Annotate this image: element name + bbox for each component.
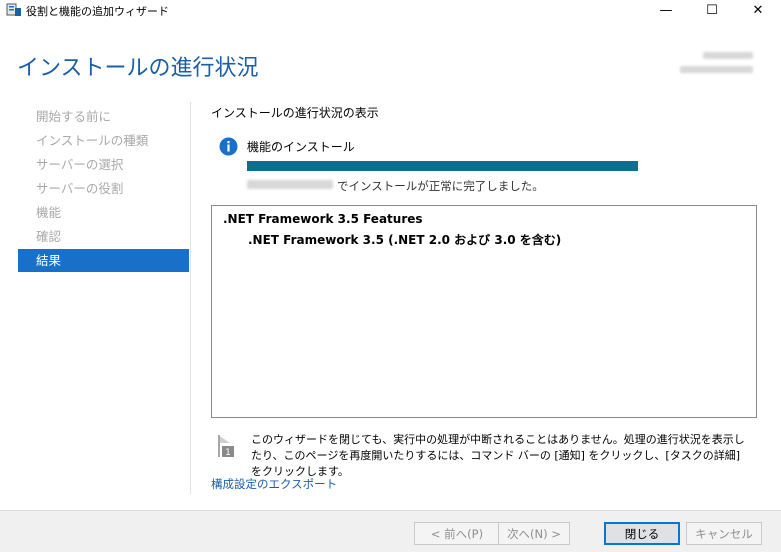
result-item: .NET Framework 3.5 Features: [223, 212, 423, 226]
install-progress-fill: [247, 161, 638, 171]
export-configuration-link[interactable]: 構成設定のエクスポート: [211, 476, 337, 492]
completion-message: でインストールが正常に完了しました。: [337, 179, 544, 193]
info-icon: [219, 137, 238, 156]
install-progress-bar: [247, 161, 638, 171]
nav-item-features: 機能: [36, 205, 62, 220]
minimize-button[interactable]: —: [644, 0, 688, 20]
close-button[interactable]: 閉じる: [604, 522, 680, 545]
cancel-button[interactable]: キャンセル: [686, 522, 762, 545]
result-subitem: .NET Framework 3.5 (.NET 2.0 および 3.0 を含む…: [248, 233, 562, 247]
status-label: 機能のインストール: [247, 140, 355, 154]
next-button[interactable]: 次へ(N) >: [498, 522, 570, 545]
note-badge: 1: [225, 448, 231, 458]
target-server-name-redacted: [703, 52, 753, 59]
page-title: インストールの進行状況: [17, 56, 259, 81]
wizard-footer: < 前へ(P) 次へ(N) > 閉じる キャンセル: [0, 510, 781, 552]
close-window-button[interactable]: ✕: [736, 0, 780, 20]
wizard-note: このウィザードを閉じても、実行中の処理が中断されることはありません。処理の進行状…: [251, 433, 745, 478]
server-manager-icon: [6, 3, 21, 16]
nav-item-server-roles: サーバーの役割: [36, 181, 124, 196]
results-list[interactable]: .NET Framework 3.5 Features .NET Framewo…: [211, 205, 757, 418]
nav-item-confirmation: 確認: [36, 229, 62, 244]
previous-button[interactable]: < 前へ(P): [414, 522, 500, 545]
nav-item-installation-type: インストールの種類: [36, 133, 149, 148]
target-server-domain-redacted: [680, 66, 753, 73]
server-name-redacted: [247, 180, 333, 189]
nav-item-before-you-begin: 開始する前に: [36, 109, 112, 124]
nav-divider: [190, 102, 191, 494]
nav-item-server-selection: サーバーの選択: [36, 157, 124, 172]
maximize-button[interactable]: ☐: [690, 0, 734, 20]
flag-notification-icon: 1: [218, 435, 234, 458]
nav-item-results[interactable]: 結果: [18, 249, 189, 272]
section-heading: インストールの進行状況の表示: [211, 106, 379, 120]
title-bar: 役割と機能の追加ウィザード — ☐ ✕: [0, 0, 781, 20]
window-title: 役割と機能の追加ウィザード: [26, 5, 169, 18]
